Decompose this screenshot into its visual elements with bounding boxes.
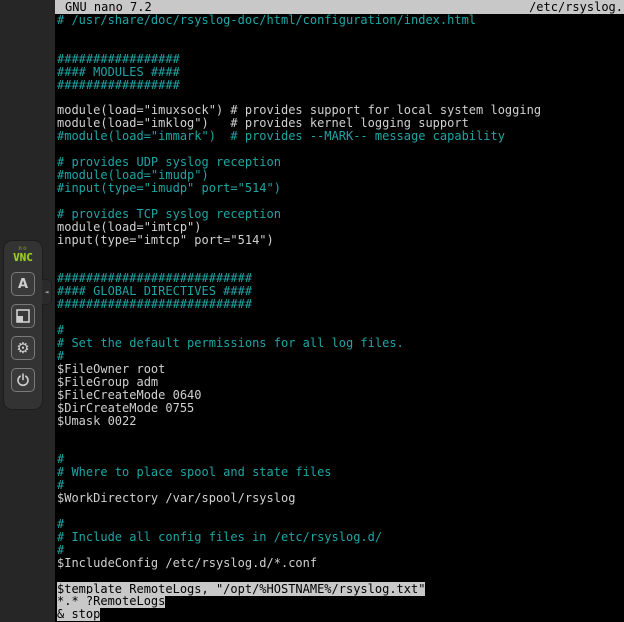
editor-line: $IncludeConfig /etc/rsyslog.d/*.conf <box>57 557 624 570</box>
novnc-control-bar: no VNC A ⚙ ◄ <box>3 240 43 410</box>
editor-line <box>57 570 624 583</box>
editor-line: $WorkDirectory /var/spool/rsyslog <box>57 492 624 505</box>
editor-line <box>57 440 624 453</box>
editor-line <box>57 505 624 518</box>
editor-line <box>57 311 624 324</box>
gear-icon: ⚙ <box>16 341 29 356</box>
editor-line <box>57 27 624 40</box>
editor-line: $Umask 0022 <box>57 415 624 428</box>
editor-content[interactable]: # /usr/share/doc/rsyslog-doc/html/config… <box>55 14 624 621</box>
file-path-label: /etc/rsyslog. <box>529 0 624 14</box>
nano-titlebar: GNU nano 7.2 /etc/rsyslog. <box>55 0 624 14</box>
fullscreen-button[interactable] <box>11 304 35 328</box>
novnc-background: no VNC A ⚙ ◄ <box>0 0 55 622</box>
power-icon <box>16 373 30 387</box>
editor-line: # Where to place spool and state files <box>57 466 624 479</box>
settings-button[interactable]: ⚙ <box>11 336 35 360</box>
editor-line: ################# <box>57 79 624 92</box>
editor-line: ########################### <box>57 298 624 311</box>
editor-line: #input(type="imudp" port="514") <box>57 182 624 195</box>
editor-line: # /usr/share/doc/rsyslog-doc/html/config… <box>57 14 624 27</box>
editor-line: input(type="imtcp" port="514") <box>57 234 624 247</box>
nano-version-label: GNU nano 7.2 <box>55 0 152 14</box>
novnc-screen: no VNC A ⚙ ◄ <box>0 0 624 622</box>
editor-line <box>57 428 624 441</box>
novnc-logo: no VNC <box>13 246 33 263</box>
fullscreen-icon <box>16 309 30 323</box>
terminal-window[interactable]: GNU nano 7.2 /etc/rsyslog. # /usr/share/… <box>55 0 624 622</box>
power-button[interactable] <box>11 368 35 392</box>
novnc-logo-vnc: VNC <box>13 252 33 263</box>
collapse-arrow-icon: ◄ <box>44 288 48 296</box>
extra-keys-button[interactable]: A <box>11 272 35 296</box>
editor-line: & stop <box>57 608 624 621</box>
editor-line: $DirCreateMode 0755 <box>57 402 624 415</box>
editor-line <box>57 247 624 260</box>
control-bar-handle[interactable]: ◄ <box>42 279 52 305</box>
keyboard-a-icon: A <box>18 277 28 292</box>
editor-line: #module(load="immark") # provides --MARK… <box>57 130 624 143</box>
editor-line: # Set the default permissions for all lo… <box>57 337 624 350</box>
editor-line: *.* ?RemoteLogs <box>57 595 624 608</box>
editor-line: # Include all config files in /etc/rsysl… <box>57 531 624 544</box>
